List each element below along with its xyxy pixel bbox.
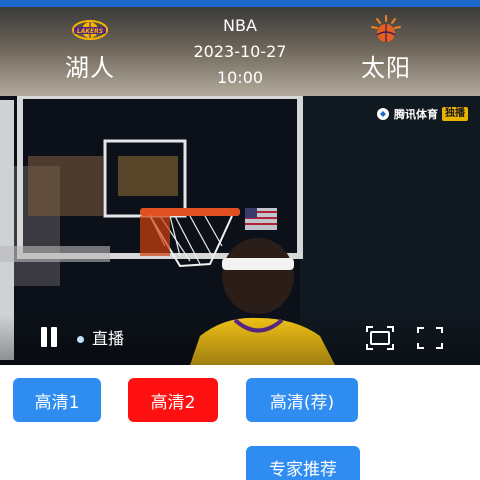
live-indicator-dot [77, 336, 84, 343]
league-label: NBA [223, 16, 257, 35]
away-team[interactable]: 太阳 [336, 13, 436, 83]
player-controls: 直播 [0, 315, 480, 365]
match-time: 10:00 [216, 68, 264, 87]
svg-text:LAKERS: LAKERS [77, 28, 103, 35]
fullscreen-button[interactable] [415, 325, 445, 351]
watermark-text: 腾讯体育 [394, 108, 438, 121]
tencent-sports-icon [377, 108, 389, 120]
suns-logo-icon [371, 15, 401, 42]
video-player[interactable]: 腾讯体育 独播 直播 [0, 96, 480, 365]
live-label: 直播 [92, 329, 125, 348]
match-date: 2023-10-27 [193, 42, 287, 61]
pause-button[interactable] [38, 325, 60, 351]
away-team-name: 太阳 [361, 54, 411, 82]
fullscreen-icon [417, 327, 443, 349]
match-header: LAKERS 湖人 NBA 2023-10-27 10:00 太阳 [0, 7, 480, 96]
source-hd-recommended-button[interactable]: 高清(荐) [246, 378, 358, 422]
lakers-logo-icon: LAKERS [72, 20, 108, 40]
watermark: 腾讯体育 独播 [376, 106, 468, 122]
status-strip [0, 0, 480, 7]
watermark-badge: 独播 [442, 107, 468, 121]
pip-icon [366, 326, 394, 350]
source-hd1-button[interactable]: 高清1 [13, 378, 101, 422]
home-team[interactable]: LAKERS 湖人 [40, 13, 140, 83]
match-info: NBA 2023-10-27 10:00 [170, 13, 310, 91]
picture-in-picture-button[interactable] [365, 325, 395, 351]
home-team-name: 湖人 [65, 54, 115, 82]
expert-recommendation-button[interactable]: 专家推荐 [246, 446, 360, 480]
source-hd2-button[interactable]: 高清2 [128, 378, 218, 422]
